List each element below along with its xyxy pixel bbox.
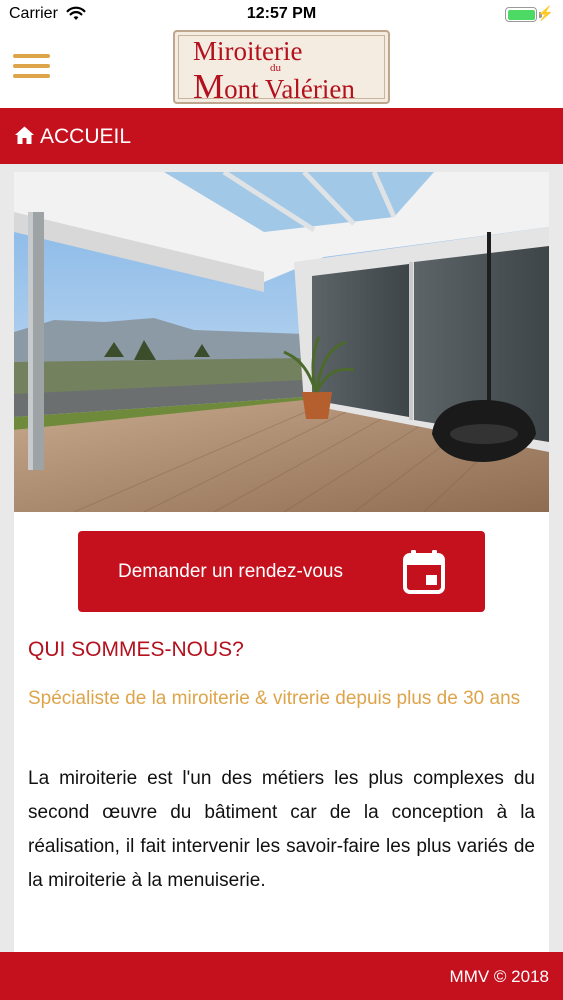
book-appointment-label: Demander un rendez-vous: [118, 561, 343, 582]
clock: 12:57 PM: [246, 5, 317, 22]
brand-logo[interactable]: Miroiterie du Mont Valérien: [173, 30, 390, 106]
section-title: QUI SOMMES-NOUS?: [28, 638, 244, 661]
home-icon: [14, 125, 35, 150]
logo-line2: Mont Valérien: [193, 67, 355, 106]
calendar-icon: [403, 550, 445, 599]
app-header: Miroiterie du Mont Valérien: [0, 30, 563, 108]
section-body: La miroiterie est l'un des métiers les p…: [28, 768, 535, 891]
footer: MMV © 2018: [0, 952, 563, 1000]
logo-line1: Miroiterie: [193, 36, 303, 66]
copyright-text: MMV © 2018: [449, 967, 549, 986]
hamburger-menu-button[interactable]: [13, 54, 50, 82]
page-title: ACCUEIL: [40, 125, 132, 148]
battery-icon: [505, 7, 537, 22]
hamburger-icon: [13, 54, 50, 58]
content-card: Demander un rendez-vous QUI SOMMES-NOUS?…: [14, 172, 549, 952]
book-appointment-button[interactable]: Demander un rendez-vous: [78, 531, 485, 612]
page-title-bar: ACCUEIL: [0, 108, 563, 164]
charging-icon: ⚡: [536, 5, 554, 21]
status-bar: Carrier 12:57 PM ⚡: [0, 0, 563, 30]
section-subtitle: Spécialiste de la miroiterie & vitrerie …: [28, 688, 521, 709]
hero-image: [14, 172, 549, 512]
